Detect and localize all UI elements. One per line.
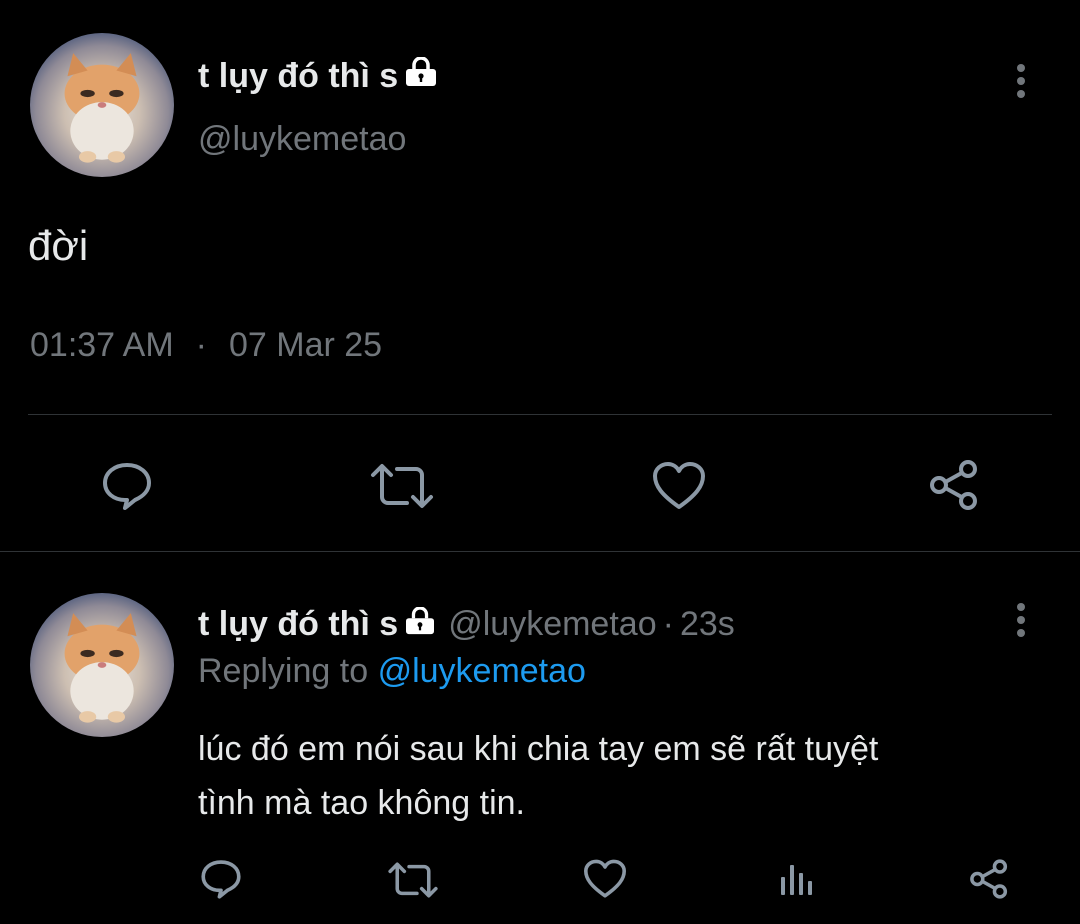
more-vertical-icon[interactable]	[1015, 603, 1027, 637]
tweet-date: 07 Mar 25	[228, 326, 383, 364]
reply-meta-separator: ·	[662, 604, 674, 643]
share-icon	[930, 460, 977, 510]
cat-avatar-image	[64, 53, 140, 163]
reply-display-name[interactable]: t lụy đó thì s	[198, 605, 436, 644]
retweet-icon	[371, 464, 433, 508]
retweet-icon	[388, 862, 438, 898]
heart-icon	[653, 462, 705, 509]
share-button[interactable]	[966, 856, 1012, 902]
reply-icon	[201, 860, 241, 899]
share-icon	[970, 859, 1008, 899]
replying-to-line: Replying to @luykemetao	[198, 652, 586, 691]
main-tweet-text: đời	[28, 222, 89, 269]
display-name-text: t lụy đó thì s	[198, 604, 399, 643]
retweet-button[interactable]	[368, 458, 436, 514]
reply-tweet-text: lúc đó em nói sau khi chia tay em sẽ rất…	[198, 722, 878, 830]
cat-avatar-image	[64, 613, 140, 723]
like-button[interactable]	[582, 856, 628, 902]
main-avatar[interactable]	[30, 33, 174, 177]
timestamp-separator: ·	[195, 326, 207, 364]
heart-icon	[584, 859, 626, 898]
like-button[interactable]	[650, 458, 708, 514]
views-button[interactable]	[776, 858, 816, 900]
reply-icon	[103, 463, 151, 510]
tweet-time: 01:37 AM	[30, 326, 174, 364]
section-divider	[0, 551, 1080, 552]
replying-to-link[interactable]: @luykemetao	[378, 652, 586, 690]
reply-button[interactable]	[98, 458, 156, 514]
reply-text-line: tình mà tao không tin.	[198, 784, 525, 822]
reply-avatar[interactable]	[30, 593, 174, 737]
main-handle[interactable]: @luykemetao	[198, 120, 406, 159]
share-button[interactable]	[926, 456, 982, 514]
lock-icon	[404, 55, 438, 96]
analytics-icon	[781, 865, 812, 895]
display-name-text: t lụy đó thì s	[198, 56, 399, 95]
reply-handle[interactable]: @luykemetao	[448, 605, 656, 644]
more-vertical-icon[interactable]	[1015, 64, 1027, 98]
reply-header: t lụy đó thì s @luykemetao · 23s	[198, 602, 735, 646]
main-display-name[interactable]: t lụy đó thì s	[198, 55, 438, 96]
reply-age[interactable]: 23s	[680, 605, 735, 644]
reply-text-line: lúc đó em nói sau khi chia tay em sẽ rất…	[198, 730, 879, 768]
main-tweet-timestamp[interactable]: 01:37 AM · 07 Mar 25	[30, 326, 382, 365]
reply-button[interactable]	[198, 856, 244, 902]
retweet-button[interactable]	[386, 858, 440, 902]
replying-to-prefix: Replying to	[198, 652, 369, 690]
main-tweet-divider	[28, 414, 1052, 415]
lock-icon	[404, 605, 436, 644]
